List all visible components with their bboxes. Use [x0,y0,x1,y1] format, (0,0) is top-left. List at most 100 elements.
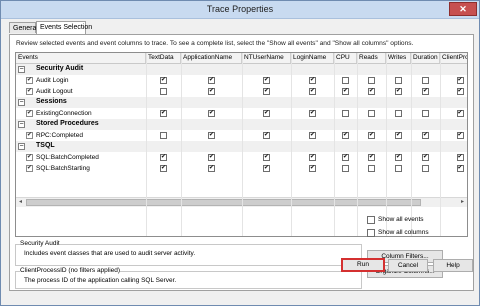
column-box-label: ClientProcessID (no filters applied) [20,267,121,274]
event-column-checkbox[interactable]: ✔ [342,88,349,95]
event-column-checkbox[interactable]: ✔ [395,154,402,161]
event-column-checkbox[interactable]: ✔ [208,77,215,84]
event-column-checkbox[interactable]: ✔ [160,110,167,117]
event-label: Audit Login [36,76,69,84]
event-column-checkbox[interactable] [342,110,349,117]
event-column-checkbox[interactable]: ✔ [456,165,464,172]
event-column-checkbox[interactable]: ✔ [208,88,215,95]
event-row-checkbox[interactable]: ✔ [26,110,33,117]
event-column-checkbox[interactable]: ✔ [263,132,270,139]
column-header[interactable]: TextData [146,53,181,63]
event-column-checkbox[interactable] [422,77,429,84]
event-column-checkbox[interactable]: ✔ [456,132,464,139]
event-column-checkbox[interactable] [160,88,167,95]
event-row-checkbox[interactable]: ✔ [26,88,33,95]
event-column-checkbox[interactable]: ✔ [456,88,464,95]
column-header[interactable]: Reads [357,53,386,63]
event-column-checkbox[interactable]: ✔ [368,88,375,95]
run-button[interactable]: Run [341,258,385,272]
show-all-events-checkbox[interactable] [367,216,375,224]
event-column-checkbox[interactable]: ✔ [342,154,349,161]
title-bar: Trace Properties ✕ [1,1,479,19]
event-column-checkbox[interactable]: ✔ [263,77,270,84]
event-column-checkbox[interactable]: ✔ [456,77,464,84]
event-column-checkbox[interactable] [422,110,429,117]
column-header[interactable]: CPU [334,53,357,63]
event-column-checkbox[interactable]: ✔ [263,88,270,95]
event-column-checkbox[interactable]: ✔ [309,154,316,161]
event-column-checkbox[interactable]: ✔ [309,165,316,172]
event-column-checkbox[interactable]: ✔ [395,88,402,95]
tab-general[interactable]: General [9,22,38,33]
event-column-checkbox[interactable]: ✔ [456,154,464,161]
scroll-right-icon[interactable]: ▸ [458,198,467,207]
column-header[interactable]: ApplicationName [181,53,242,63]
scroll-left-icon[interactable]: ◂ [16,198,25,207]
event-column-checkbox[interactable]: ✔ [160,77,167,84]
column-header[interactable]: ClientProcess [440,53,467,63]
event-column-checkbox[interactable]: ✔ [422,132,429,139]
event-column-checkbox[interactable]: ✔ [263,110,270,117]
event-column-checkbox[interactable] [160,132,167,139]
cancel-button[interactable]: Cancel [388,259,428,272]
event-row-checkbox[interactable]: ✔ [26,154,33,161]
event-column-checkbox[interactable]: ✔ [263,154,270,161]
grid-column-divider [291,53,292,236]
event-column-checkbox[interactable]: ✔ [422,88,429,95]
event-column-checkbox[interactable] [342,77,349,84]
events-grid: Events TextData ApplicationName NTUserName L… [15,52,468,237]
event-column-checkbox[interactable]: ✔ [395,132,402,139]
event-column-checkbox[interactable]: ✔ [208,132,215,139]
category-label: Security Audit [36,65,84,72]
category-label: TSQL [36,142,55,149]
event-column-checkbox[interactable]: ✔ [208,154,215,161]
event-column-checkbox[interactable] [395,77,402,84]
event-column-checkbox[interactable] [422,165,429,172]
event-column-checkbox[interactable]: ✔ [208,165,215,172]
column-header[interactable]: LoginName [291,53,334,63]
column-description-box: ClientProcessID (no filters applied) The… [15,267,362,289]
event-label: SQL:BatchCompleted [36,153,99,161]
event-column-checkbox[interactable]: ✔ [208,110,215,117]
event-column-checkbox[interactable]: ✔ [160,154,167,161]
event-column-checkbox[interactable]: ✔ [309,132,316,139]
collapse-icon[interactable]: − [18,66,25,73]
collapse-icon[interactable]: − [18,121,25,128]
event-column-checkbox[interactable]: ✔ [309,110,316,117]
column-header[interactable]: NTUserName [242,53,291,63]
column-description: The process ID of the application callin… [24,277,177,284]
event-column-checkbox[interactable] [368,165,375,172]
event-column-checkbox[interactable] [395,165,402,172]
grid-column-divider [440,53,441,236]
event-column-checkbox[interactable]: ✔ [422,154,429,161]
event-column-checkbox[interactable] [368,110,375,117]
help-button[interactable]: Help [433,259,473,272]
security-audit-box-label: Security Audit [20,240,60,247]
grid-column-divider [242,53,243,236]
column-header[interactable]: Events [16,53,146,63]
event-row-checkbox[interactable]: ✔ [26,132,33,139]
event-column-checkbox[interactable]: ✔ [263,165,270,172]
event-label: Audit Logout [36,87,73,95]
column-header[interactable]: Writes [386,53,411,63]
scrollbar-thumb[interactable] [26,199,421,206]
event-column-checkbox[interactable]: ✔ [456,110,464,117]
event-column-checkbox[interactable] [342,165,349,172]
event-column-checkbox[interactable]: ✔ [309,88,316,95]
collapse-icon[interactable]: − [18,143,25,150]
event-column-checkbox[interactable]: ✔ [160,165,167,172]
column-header[interactable]: Duration [411,53,440,63]
close-button[interactable]: ✕ [449,2,477,16]
event-column-checkbox[interactable] [395,110,402,117]
event-column-checkbox[interactable]: ✔ [368,132,375,139]
event-column-checkbox[interactable]: ✔ [309,77,316,84]
event-row-checkbox[interactable]: ✔ [26,77,33,84]
security-audit-description-box: Security Audit Includes event classes th… [15,240,362,266]
event-column-checkbox[interactable] [368,77,375,84]
event-column-checkbox[interactable]: ✔ [368,154,375,161]
event-row-checkbox[interactable]: ✔ [26,165,33,172]
show-all-columns-checkbox[interactable] [367,229,375,237]
tab-events-selection[interactable]: Events Selection [36,21,92,34]
event-column-checkbox[interactable]: ✔ [342,132,349,139]
collapse-icon[interactable]: − [18,99,25,106]
